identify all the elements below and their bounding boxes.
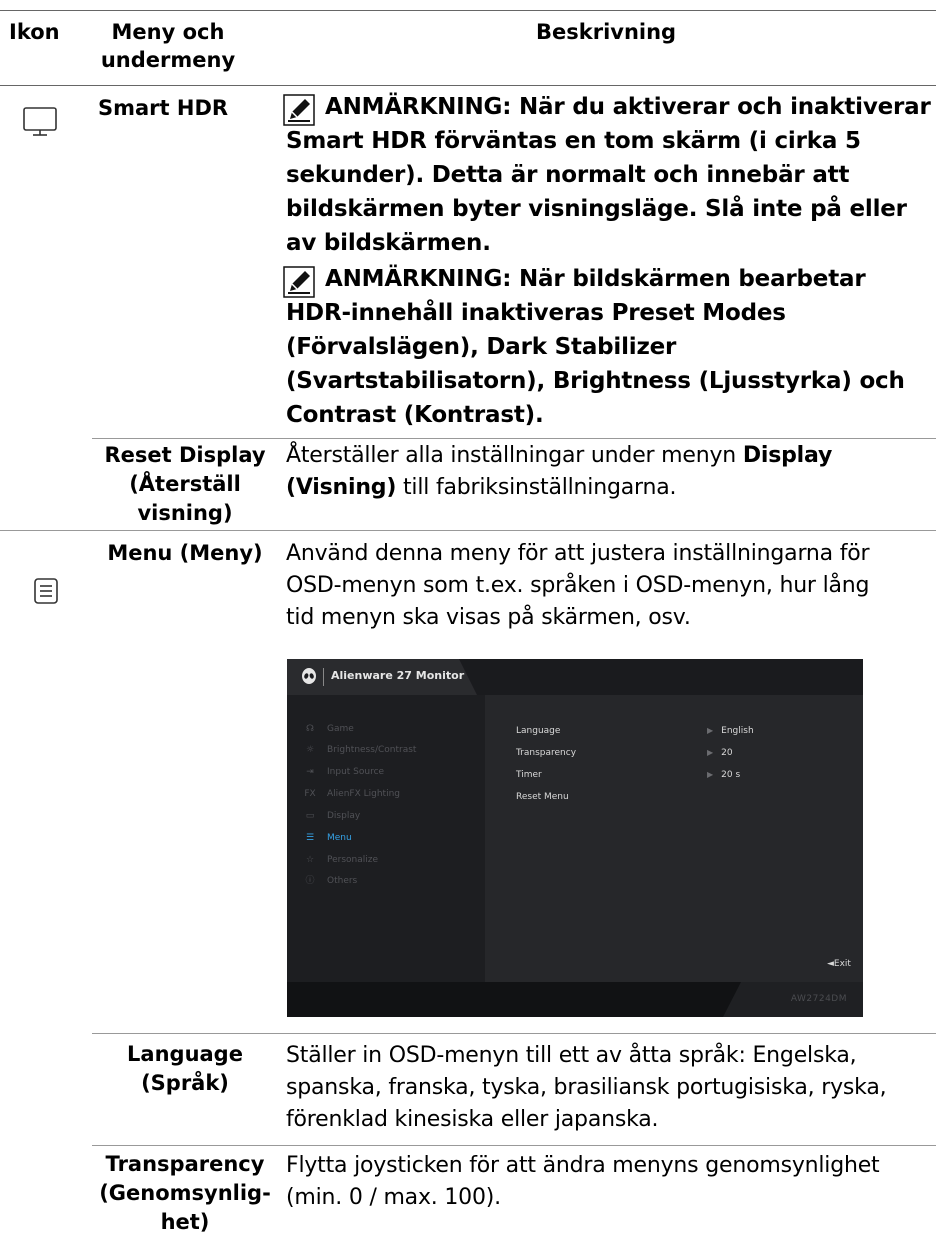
transparency-desc-line2: (min. 0 / max. 100). xyxy=(286,1185,501,1210)
language-desc-line1: Ställer in OSD-menyn till ett av åtta sp… xyxy=(286,1043,857,1068)
pencil-note-icon xyxy=(283,94,315,126)
osd-exit-button[interactable]: ◄Exit xyxy=(827,959,851,969)
reset-display-label-line2: (Återställ xyxy=(129,472,241,496)
smart-hdr-note-2: ANMÄRKNING: När bildskärmen bearbetar HD… xyxy=(283,262,933,432)
sun-icon: ☼ xyxy=(305,745,315,755)
osd-menu-item-display[interactable]: ▭ Display xyxy=(301,808,360,824)
osd-setting-reset-menu[interactable]: Reset Menu xyxy=(516,791,569,803)
header-rule xyxy=(0,85,936,86)
header-menu-line2: undermeny xyxy=(100,48,236,72)
reset-display-desc-1a: Återställer alla inställningar under men… xyxy=(286,443,743,468)
triangle-right-icon: ▶ xyxy=(707,770,714,779)
gamepad-icon: ☊ xyxy=(306,724,314,734)
pencil-note-icon xyxy=(283,266,315,298)
transparency-label-line2: (Genomsynlig- xyxy=(99,1181,271,1205)
monitor-icon: ▭ xyxy=(305,811,315,821)
smart-hdr-label: Smart HDR xyxy=(98,96,229,120)
menu-desc-line2: OSD-menyn som t.ex. språken i OSD-menyn,… xyxy=(286,573,870,598)
osd-menu-item-menu[interactable]: ☰ Menu xyxy=(301,830,352,846)
osd-setting-language[interactable]: Language xyxy=(516,725,560,737)
row-rule-reset-display xyxy=(0,530,936,531)
note2-line-1: ANMÄRKNING: När bildskärmen bearbetar xyxy=(325,266,866,292)
header-desc-col: Beskrivning xyxy=(536,20,677,44)
osd-title-divider xyxy=(323,668,324,686)
reset-display-desc-2a: (Visning) xyxy=(286,475,397,500)
language-label-line1: Language xyxy=(127,1042,243,1066)
monitor-icon xyxy=(21,104,61,144)
reset-display-label-line1: Reset Display xyxy=(104,443,266,467)
table-top-rule xyxy=(0,10,936,11)
header-menu-col: Meny och undermeny xyxy=(98,18,238,74)
transparency-label-line1: Transparency xyxy=(105,1152,265,1176)
menu-desc-line3: tid menyn ska visas på skärmen, osv. xyxy=(286,605,691,630)
osd-menu-item-brightness[interactable]: ☼ Brightness/Contrast xyxy=(301,742,416,758)
note1-line-4: bildskärmen byter visningsläge. Slå inte… xyxy=(286,196,907,222)
alienware-logo-icon xyxy=(302,668,316,684)
osd-menu-item-game[interactable]: ☊ Game xyxy=(301,721,354,737)
menu-list-icon xyxy=(27,571,67,611)
transparency-label-line3: het) xyxy=(160,1210,210,1234)
note1-line-3: sekunder). Detta är normalt och innebär … xyxy=(286,162,850,188)
language-label-line2: (Språk) xyxy=(141,1071,229,1095)
osd-sidebar: ☊ Game ☼ Brightness/Contrast ⇥ Input Source… xyxy=(287,695,485,982)
osd-model-name: AW2724DM xyxy=(790,994,847,1004)
reset-display-desc-1b: Display xyxy=(742,443,833,468)
osd-screenshot: Alienware 27 Monitor ☊ Game ☼ Brightness/C… xyxy=(287,659,863,1017)
menu-label: Menu (Meny) xyxy=(107,541,263,565)
osd-settings-panel xyxy=(485,695,863,982)
osd-menu-item-alienfx[interactable]: FX AlienFX Lighting xyxy=(301,786,400,802)
reset-display-desc: Återställer alla inställningar under men… xyxy=(286,440,936,504)
reset-display-desc-2b: till fabriksinställningarna. xyxy=(396,475,677,500)
transparency-desc-line1: Flytta joysticken för att ändra menyns g… xyxy=(286,1153,880,1178)
fx-icon: FX xyxy=(304,789,316,799)
note2-line-2: HDR-innehåll inaktiveras Preset Modes xyxy=(286,300,786,326)
language-desc-line2: spanska, franska, tyska, brasiliansk por… xyxy=(286,1075,887,1100)
reset-display-label-line3: visning) xyxy=(137,501,233,525)
osd-value-timer[interactable]: ▶ 20 s xyxy=(707,769,740,781)
row-rule-menu xyxy=(92,1033,936,1034)
osd-menu-item-personalize[interactable]: ☆ Personalize xyxy=(301,852,378,868)
osd-setting-timer[interactable]: Timer xyxy=(516,769,542,781)
osd-menu-item-others[interactable]: ⓘ Others xyxy=(301,873,357,889)
osd-bottom-bar: AW2724DM xyxy=(287,982,863,1017)
language-label: Language (Språk) xyxy=(92,1040,278,1098)
note2-line-5: Contrast (Kontrast). xyxy=(286,402,544,428)
osd-value-language[interactable]: ▶ English xyxy=(707,725,754,737)
menu-desc: Använd denna meny för att justera instäl… xyxy=(286,538,936,634)
transparency-desc: Flytta joysticken för att ändra menyns g… xyxy=(286,1150,936,1214)
menu-desc-line1: Använd denna meny för att justera instäl… xyxy=(286,541,870,566)
triangle-right-icon: ▶ xyxy=(707,726,714,735)
osd-menu-item-input[interactable]: ⇥ Input Source xyxy=(301,764,384,780)
osd-title: Alienware 27 Monitor xyxy=(331,669,465,682)
header-menu-line1: Meny och xyxy=(111,20,225,44)
note1-line-1: ANMÄRKNING: När du aktiverar och inaktiv… xyxy=(325,94,931,120)
triangle-right-icon: ▶ xyxy=(707,748,714,757)
row-rule-language xyxy=(92,1145,936,1146)
note1-line-5: av bildskärmen. xyxy=(286,230,491,256)
star-icon: ☆ xyxy=(305,855,315,865)
menu-icon: ☰ xyxy=(305,833,315,843)
transparency-label: Transparency (Genomsynlig- het) xyxy=(92,1150,278,1237)
smart-hdr-note-1: ANMÄRKNING: När du aktiverar och inaktiv… xyxy=(283,90,933,260)
row-rule-smart-hdr xyxy=(92,438,936,439)
note1-line-2: Smart HDR förväntas en tom skärm (i cirk… xyxy=(286,128,861,154)
osd-setting-transparency[interactable]: Transparency xyxy=(516,747,576,759)
input-icon: ⇥ xyxy=(306,767,314,777)
header-icon-col: Ikon xyxy=(9,20,60,44)
reset-display-label: Reset Display (Återställ visning) xyxy=(92,441,278,528)
language-desc: Ställer in OSD-menyn till ett av åtta sp… xyxy=(286,1040,936,1136)
info-icon: ⓘ xyxy=(305,876,315,886)
osd-value-transparency[interactable]: ▶ 20 xyxy=(707,747,733,759)
note2-line-3: (Förvalslägen), Dark Stabilizer xyxy=(286,334,677,360)
language-desc-line3: förenklad kinesiska eller japanska. xyxy=(286,1107,659,1132)
note2-line-4: (Svartstabilisatorn), Brightness (Ljusst… xyxy=(286,368,905,394)
